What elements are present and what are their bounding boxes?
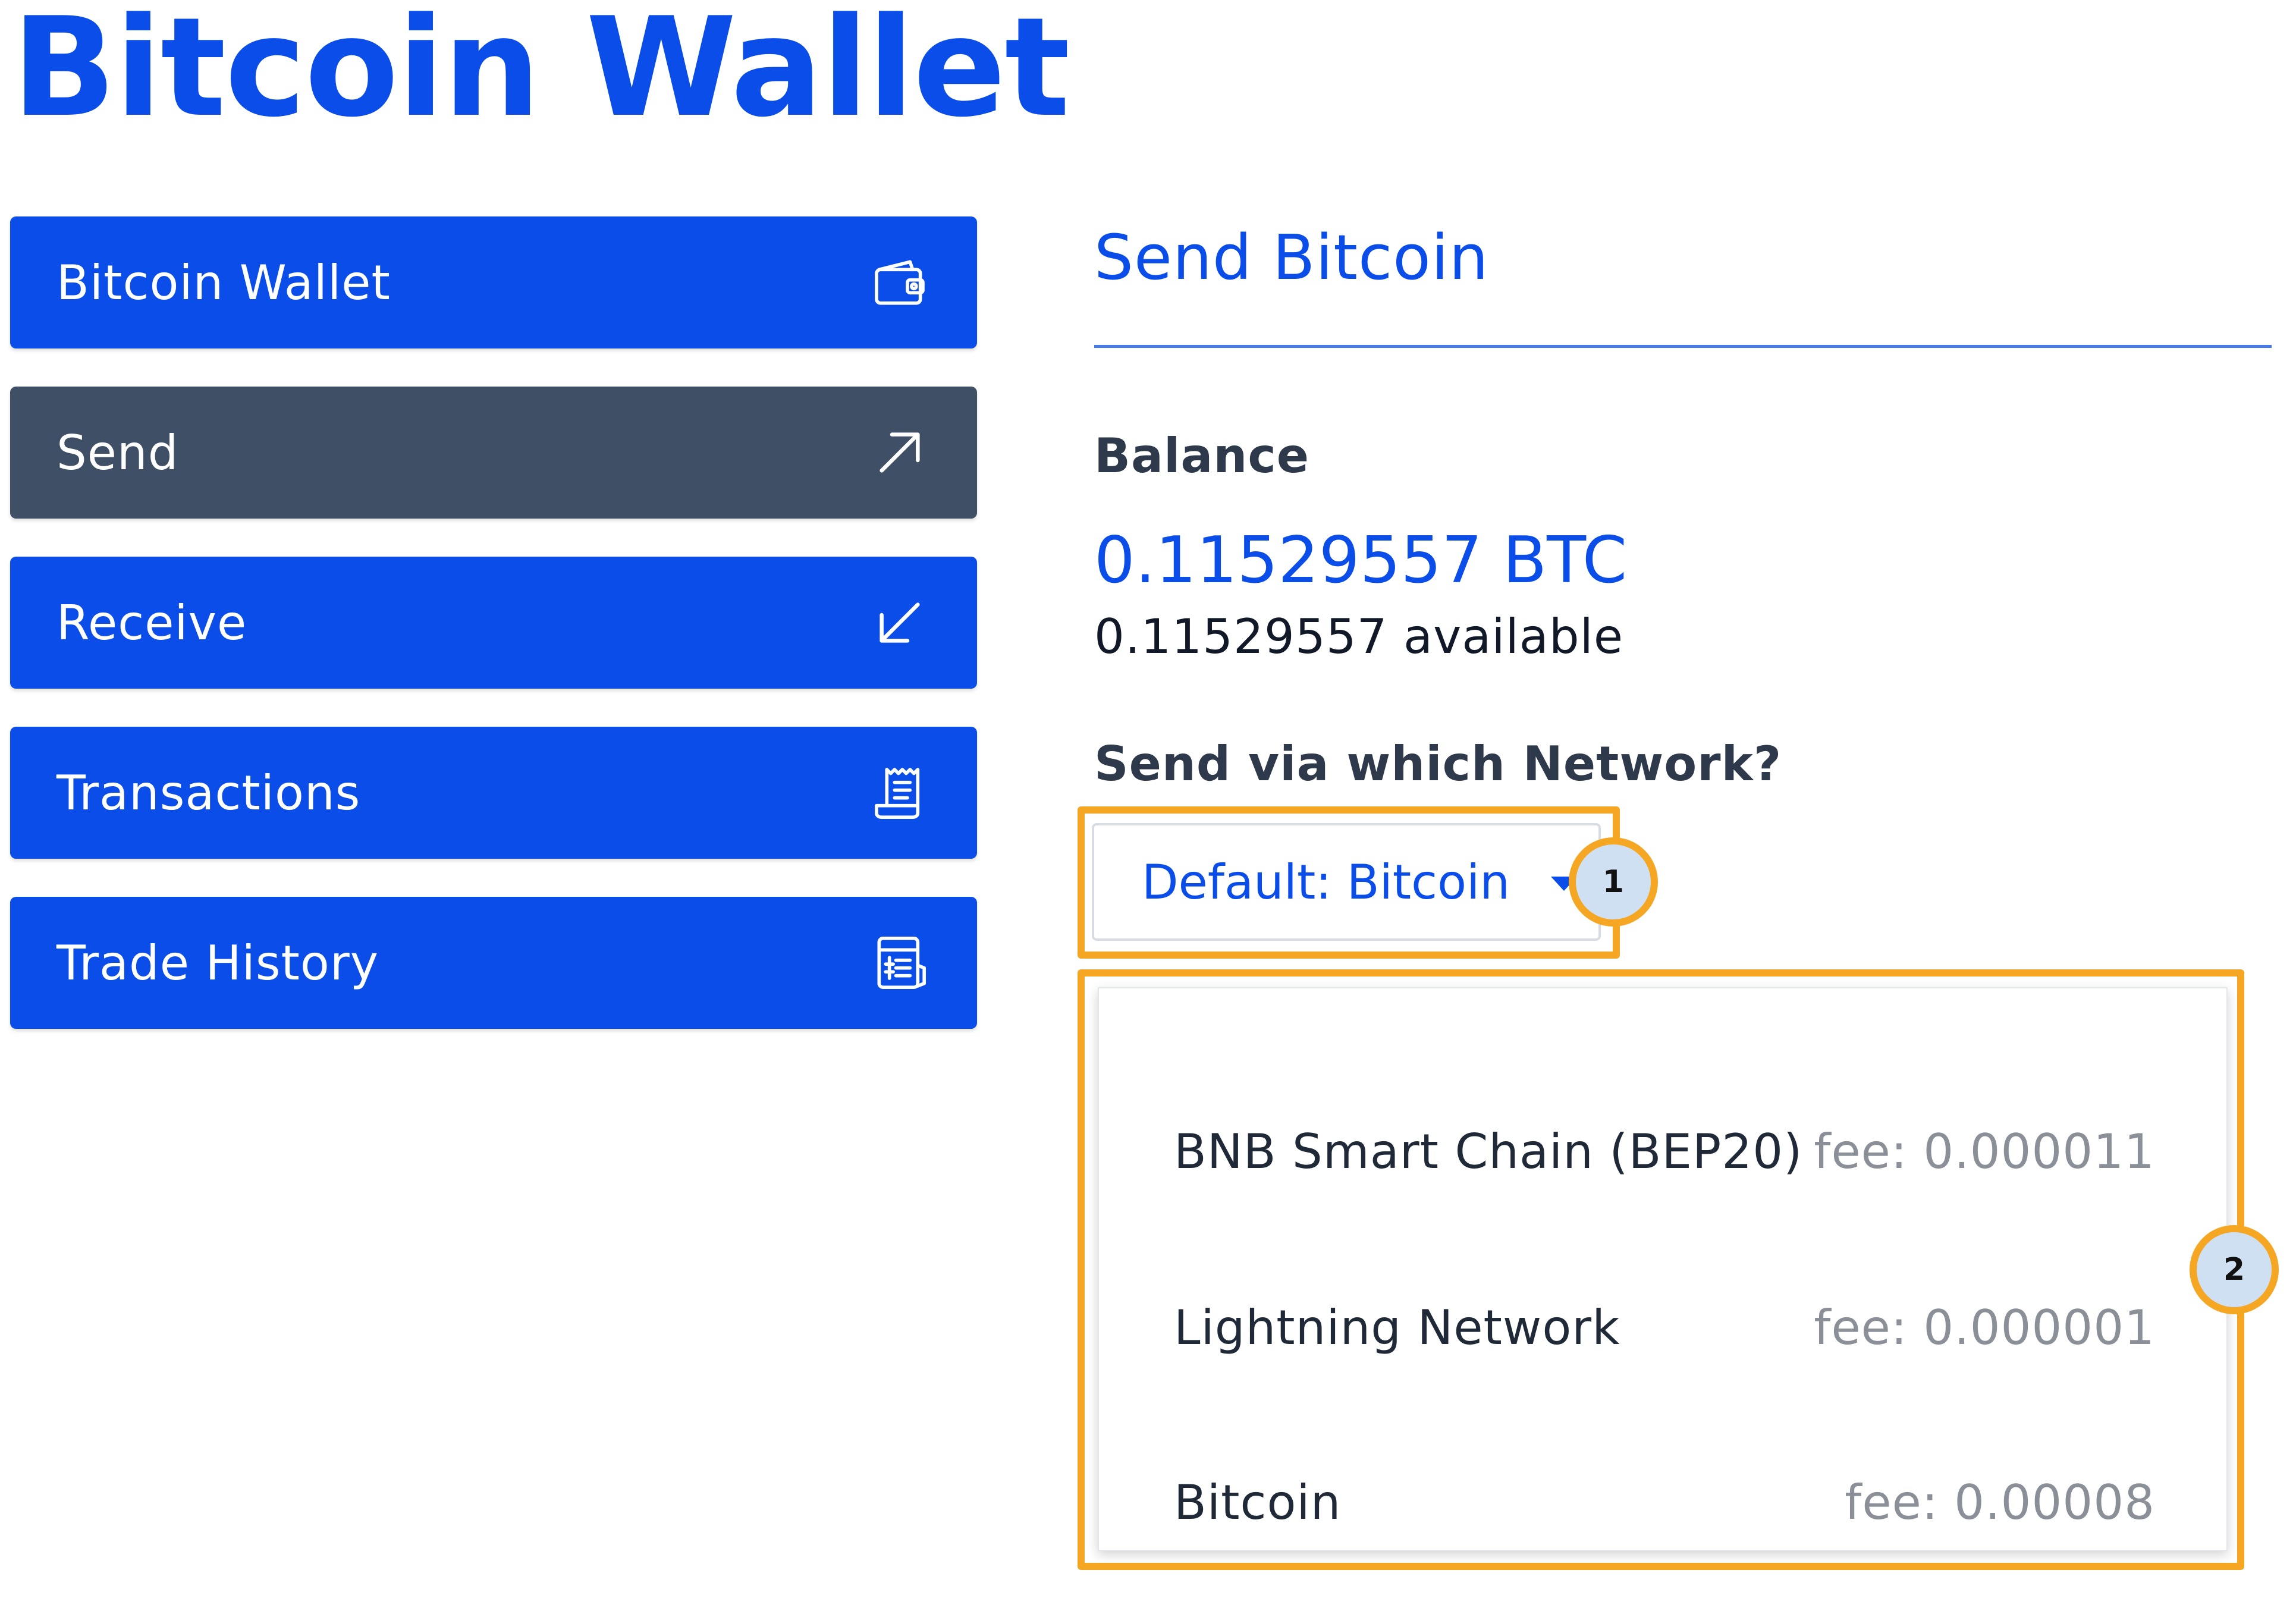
- option-name: Bitcoin: [1174, 1474, 1342, 1530]
- sidebar-item-bitcoin-wallet[interactable]: Bitcoin Wallet: [10, 216, 977, 348]
- sidebar-item-label: Trade History: [56, 935, 379, 991]
- callout-badge-2: 2: [2190, 1225, 2279, 1314]
- sidebar-item-label: Send: [56, 425, 179, 481]
- ledger-icon: [867, 930, 932, 996]
- sidebar-item-trade-history[interactable]: Trade History: [10, 897, 977, 1029]
- network-option-bnb[interactable]: BNB Smart Chain (BEP20) fee: 0.000011: [1174, 1092, 2155, 1211]
- network-question: Send via which Network?: [1094, 736, 1782, 792]
- sidebar-item-label: Receive: [56, 595, 247, 651]
- option-fee: fee: 0.00008: [1845, 1474, 2155, 1530]
- sidebar-item-receive[interactable]: Receive: [10, 557, 977, 689]
- sidebar-item-transactions[interactable]: Transactions: [10, 727, 977, 859]
- callout-badge-1: 1: [1569, 837, 1658, 927]
- network-select-value: Default: Bitcoin: [1142, 854, 1510, 910]
- network-option-lightning[interactable]: Lightning Network fee: 0.000001: [1174, 1268, 2155, 1387]
- section-title: Send Bitcoin: [1094, 221, 1489, 294]
- network-select[interactable]: Default: Bitcoin: [1092, 823, 1601, 941]
- sidebar-item-label: Transactions: [56, 765, 361, 821]
- balance-value: 0.11529557 BTC: [1094, 523, 1628, 598]
- app-title: Bitcoin Wallet: [12, 0, 1070, 147]
- section-divider: [1094, 345, 2272, 348]
- arrow-up-right-icon: [867, 420, 932, 485]
- network-dropdown: BNB Smart Chain (BEP20) fee: 0.000011 Li…: [1098, 987, 2228, 1551]
- balance-available: 0.11529557 available: [1094, 609, 1624, 664]
- option-fee: fee: 0.000011: [1814, 1123, 2155, 1179]
- arrow-down-left-icon: [867, 590, 932, 655]
- receipt-icon: [867, 760, 932, 825]
- option-name: Lightning Network: [1174, 1299, 1620, 1355]
- sidebar-item-label: Bitcoin Wallet: [56, 255, 391, 310]
- option-fee: fee: 0.000001: [1814, 1299, 2155, 1355]
- balance-label: Balance: [1094, 428, 1309, 483]
- sidebar-item-send[interactable]: Send: [10, 387, 977, 519]
- wallet-icon: [867, 250, 932, 315]
- option-name: BNB Smart Chain (BEP20): [1174, 1123, 1803, 1179]
- network-option-bitcoin[interactable]: Bitcoin fee: 0.00008: [1174, 1443, 2155, 1562]
